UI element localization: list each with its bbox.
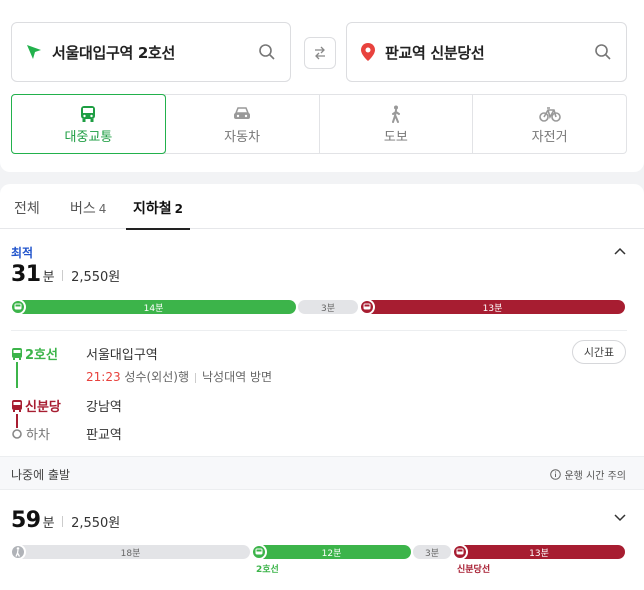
mode-label: 대중교통: [64, 129, 113, 145]
transfer-station: 강남역: [86, 400, 122, 415]
subway-icon: [452, 544, 468, 560]
alight-circle-icon: [12, 428, 22, 439]
notice-text: 운행 시간 주의: [564, 471, 626, 482]
duration-unit: 분: [42, 516, 55, 531]
operating-hours-notice[interactable]: 운행 시간 주의: [550, 467, 626, 482]
fare: 2,550원: [71, 270, 121, 285]
timeline-segment-shinbundang: 13분: [453, 545, 625, 559]
tab-label: 지하철: [133, 201, 172, 217]
chevron-down-icon[interactable]: [614, 511, 626, 523]
route-duration: 31 분 2,550원: [11, 262, 120, 287]
car-icon: [234, 106, 251, 119]
duration-value: 31: [11, 262, 41, 287]
timeline-segment-line2: 14분: [11, 300, 296, 314]
route-duration: 59 분 2,550원: [11, 508, 120, 533]
results-panel: 전체 버스 4 지하철 2 최적 31 분 2,550원 14분 3분 13분 2호선 서울…: [0, 184, 644, 590]
route-timeline-bar: 18분 12분 3분 13분: [10, 544, 627, 560]
mode-label: 자동차: [224, 129, 261, 145]
subway-icon: [12, 399, 22, 412]
next-train-info: 21:23 성수(외선)행 낙성대역 방면: [86, 368, 272, 385]
duration-unit: 분: [42, 270, 55, 285]
chevron-up-icon[interactable]: [614, 246, 626, 258]
origin-field[interactable]: 서울대입구역 2호선: [11, 22, 291, 82]
mode-walk[interactable]: 도보: [318, 95, 473, 153]
search-icon[interactable]: [258, 43, 276, 61]
subway-icon: [251, 544, 267, 560]
mode-bicycle[interactable]: 자전거: [472, 95, 626, 153]
mode-label: 도보: [383, 129, 408, 145]
timeline-segment-walk: 3분: [298, 300, 358, 314]
active-tab-indicator: [126, 228, 190, 230]
subway-icon: [12, 347, 22, 360]
transport-mode-selector: 대중교통 자동차 도보 자전거: [11, 94, 627, 154]
bus-icon: [81, 105, 96, 122]
tab-all[interactable]: 전체: [14, 198, 40, 218]
timeline-segment-shinbundang: 13분: [360, 300, 625, 314]
location-pin-icon: [361, 43, 375, 61]
later-departure-bar[interactable]: 나중에 출발 운행 시간 주의: [0, 456, 644, 490]
origin-text: 서울대입구역 2호선: [52, 43, 176, 62]
optimal-badge: 최적: [11, 246, 34, 260]
swap-icon: [315, 46, 325, 60]
navigation-arrow-icon: [27, 45, 41, 59]
tab-label: 버스: [70, 201, 96, 217]
subway-icon: [10, 299, 26, 315]
walk-icon: [391, 105, 400, 123]
swap-button[interactable]: [304, 37, 336, 69]
tab-count: 4: [98, 202, 107, 216]
line-name: 신분당: [25, 400, 61, 415]
fare: 2,550원: [71, 516, 121, 531]
timetable-button[interactable]: 시간표: [572, 340, 626, 364]
tab-label: 전체: [14, 201, 40, 217]
destination-field[interactable]: 판교역 신분당선: [346, 22, 627, 82]
line-tag-shinbundang: 신분당선: [457, 565, 491, 575]
line-tag-2: 2호선: [256, 565, 279, 575]
mode-transit[interactable]: 대중교통: [11, 94, 166, 154]
step-shinbundang: 신분당: [11, 396, 61, 415]
result-tabs: 전체 버스 4 지하철 2: [0, 184, 644, 230]
search-panel: 서울대입구역 2호선 판교역 신분당선 대중교통 자동차 도보 자전거: [0, 0, 644, 172]
duration-value: 59: [11, 508, 41, 533]
alight-station: 판교역: [86, 428, 122, 443]
mode-label: 자전거: [531, 129, 568, 145]
timeline-segment-walk: 18분: [11, 545, 250, 559]
mode-car[interactable]: 자동차: [164, 95, 319, 153]
search-icon[interactable]: [594, 43, 612, 61]
step-alight: 하차: [11, 424, 50, 443]
bicycle-icon: [538, 106, 561, 122]
info-icon: [550, 469, 562, 480]
alight-label: 하차: [26, 428, 50, 443]
walk-icon: [10, 544, 26, 560]
direction-sub: 낙성대역 방면: [202, 370, 273, 384]
timeline-segment-walk: 3분: [413, 545, 451, 559]
next-train-time: 21:23: [86, 370, 121, 384]
later-departure-label: 나중에 출발: [11, 468, 71, 482]
line-name: 2호선: [25, 348, 58, 363]
step-line2: 2호선: [11, 344, 58, 363]
train-direction: 성수(외선)행: [124, 370, 189, 384]
subway-icon: [359, 299, 375, 315]
destination-text: 판교역 신분당선: [385, 43, 485, 62]
boarding-station: 서울대입구역: [86, 348, 158, 363]
tab-count: 2: [174, 202, 183, 216]
tab-subway[interactable]: 지하철 2: [133, 198, 183, 218]
timeline-segment-line2: 12분: [252, 545, 411, 559]
tab-bus[interactable]: 버스 4: [70, 198, 106, 218]
route-timeline-bar: 14분 3분 13분: [10, 299, 627, 315]
